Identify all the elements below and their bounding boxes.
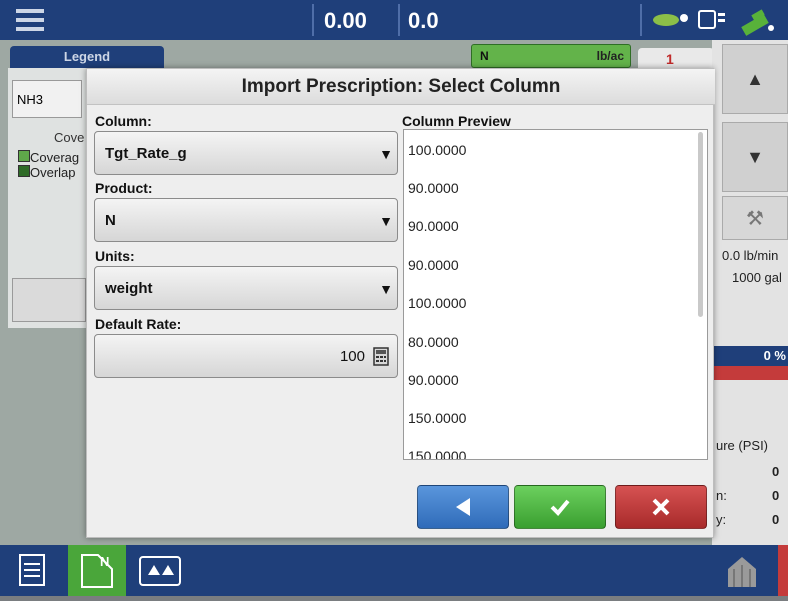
barn-icon[interactable] xyxy=(724,553,768,591)
list-item: 90.0000 xyxy=(408,180,459,196)
column-preview-label: Column Preview xyxy=(402,113,511,129)
checkmark-icon xyxy=(550,499,570,516)
pressure-label: ure (PSI) xyxy=(716,438,769,453)
dialog-title: Import Prescription: Select Column xyxy=(87,69,715,105)
map-tool-button[interactable] xyxy=(12,278,86,322)
chevron-down-icon: ▼ xyxy=(379,213,393,229)
svg-text:N: N xyxy=(100,554,109,569)
speed-readout: 0.00 xyxy=(324,8,367,33)
coverage-label: Cove xyxy=(54,130,85,145)
list-item: 150.0000 xyxy=(408,448,467,460)
units-dropdown-value: weight xyxy=(105,280,153,297)
pressure-value: 0 xyxy=(772,464,780,479)
bottom-nav-bar: N xyxy=(0,545,788,596)
column-label: Column: xyxy=(95,113,152,129)
calculator-icon[interactable] xyxy=(373,347,389,366)
close-icon xyxy=(652,498,670,516)
list-item: 90.0000 xyxy=(408,218,459,234)
legend-item-overlap: Overlap xyxy=(18,165,76,180)
field-map-icon[interactable]: N xyxy=(68,545,126,596)
units-label: Units: xyxy=(95,248,135,264)
default-rate-field[interactable]: 100 xyxy=(94,334,398,378)
default-rate-label: Default Rate: xyxy=(95,316,182,332)
alarm-badge[interactable]: 1 xyxy=(638,48,714,70)
column-dropdown-value: Tgt_Rate_g xyxy=(105,145,187,162)
gps-satellite-icon[interactable] xyxy=(738,4,778,36)
column-dropdown[interactable]: Tgt_Rate_g ▼ xyxy=(94,131,398,175)
wrench-button[interactable]: ⚒ xyxy=(722,196,788,240)
list-item: 100.0000 xyxy=(408,142,467,158)
tank-volume: 1000 gal xyxy=(732,270,782,285)
list-item: 150.0000 xyxy=(408,410,467,426)
chevron-down-icon: ▼ xyxy=(379,146,393,162)
list-item: 80.0000 xyxy=(408,334,459,350)
top-status-bar: 0.00 0.0 xyxy=(0,0,788,40)
back-arrow-icon xyxy=(456,498,470,516)
row-label-a: n: xyxy=(716,488,727,503)
preview-scrollbar[interactable] xyxy=(698,132,703,317)
legend-item-coverage: Coverag xyxy=(18,150,79,165)
product-tab[interactable]: N lb/ac xyxy=(471,44,631,68)
nh3-button[interactable]: NH3 xyxy=(12,80,82,118)
back-button[interactable] xyxy=(417,485,509,529)
row-value-b: 0 xyxy=(772,512,780,527)
rate-per-minute: 0.0 lb/min xyxy=(722,248,779,263)
scroll-down-button[interactable]: ▼ xyxy=(722,122,788,192)
menu-icon[interactable] xyxy=(16,9,44,31)
list-item: 100.0000 xyxy=(408,295,467,311)
product-label: Product: xyxy=(95,180,153,196)
row-value-a: 0 xyxy=(772,488,780,503)
rate-readout: 0.0 xyxy=(408,8,439,33)
implement-icon[interactable] xyxy=(652,12,690,28)
percent-bar: 0 % xyxy=(712,346,788,380)
chevron-down-icon: ▼ xyxy=(379,281,393,297)
cancel-button[interactable] xyxy=(615,485,707,529)
display-icon[interactable] xyxy=(698,9,726,31)
column-preview-list[interactable]: 100.0000 90.0000 90.0000 90.0000 100.000… xyxy=(403,129,708,460)
product-dropdown-value: N xyxy=(105,212,116,229)
split-view-icon[interactable] xyxy=(138,555,182,587)
import-prescription-dialog: Import Prescription: Select Column Colum… xyxy=(86,68,715,538)
alert-indicator[interactable] xyxy=(778,545,788,596)
legend-tab[interactable]: Legend xyxy=(10,46,164,68)
accept-button[interactable] xyxy=(514,485,606,529)
list-item: 90.0000 xyxy=(408,257,459,273)
scroll-up-button[interactable]: ▲ xyxy=(722,44,788,114)
default-rate-value: 100 xyxy=(339,348,365,365)
row-label-b: y: xyxy=(716,512,727,527)
document-icon[interactable] xyxy=(18,553,46,587)
list-item: 90.0000 xyxy=(408,372,459,388)
units-dropdown[interactable]: weight ▼ xyxy=(94,266,398,310)
product-dropdown[interactable]: N ▼ xyxy=(94,198,398,242)
